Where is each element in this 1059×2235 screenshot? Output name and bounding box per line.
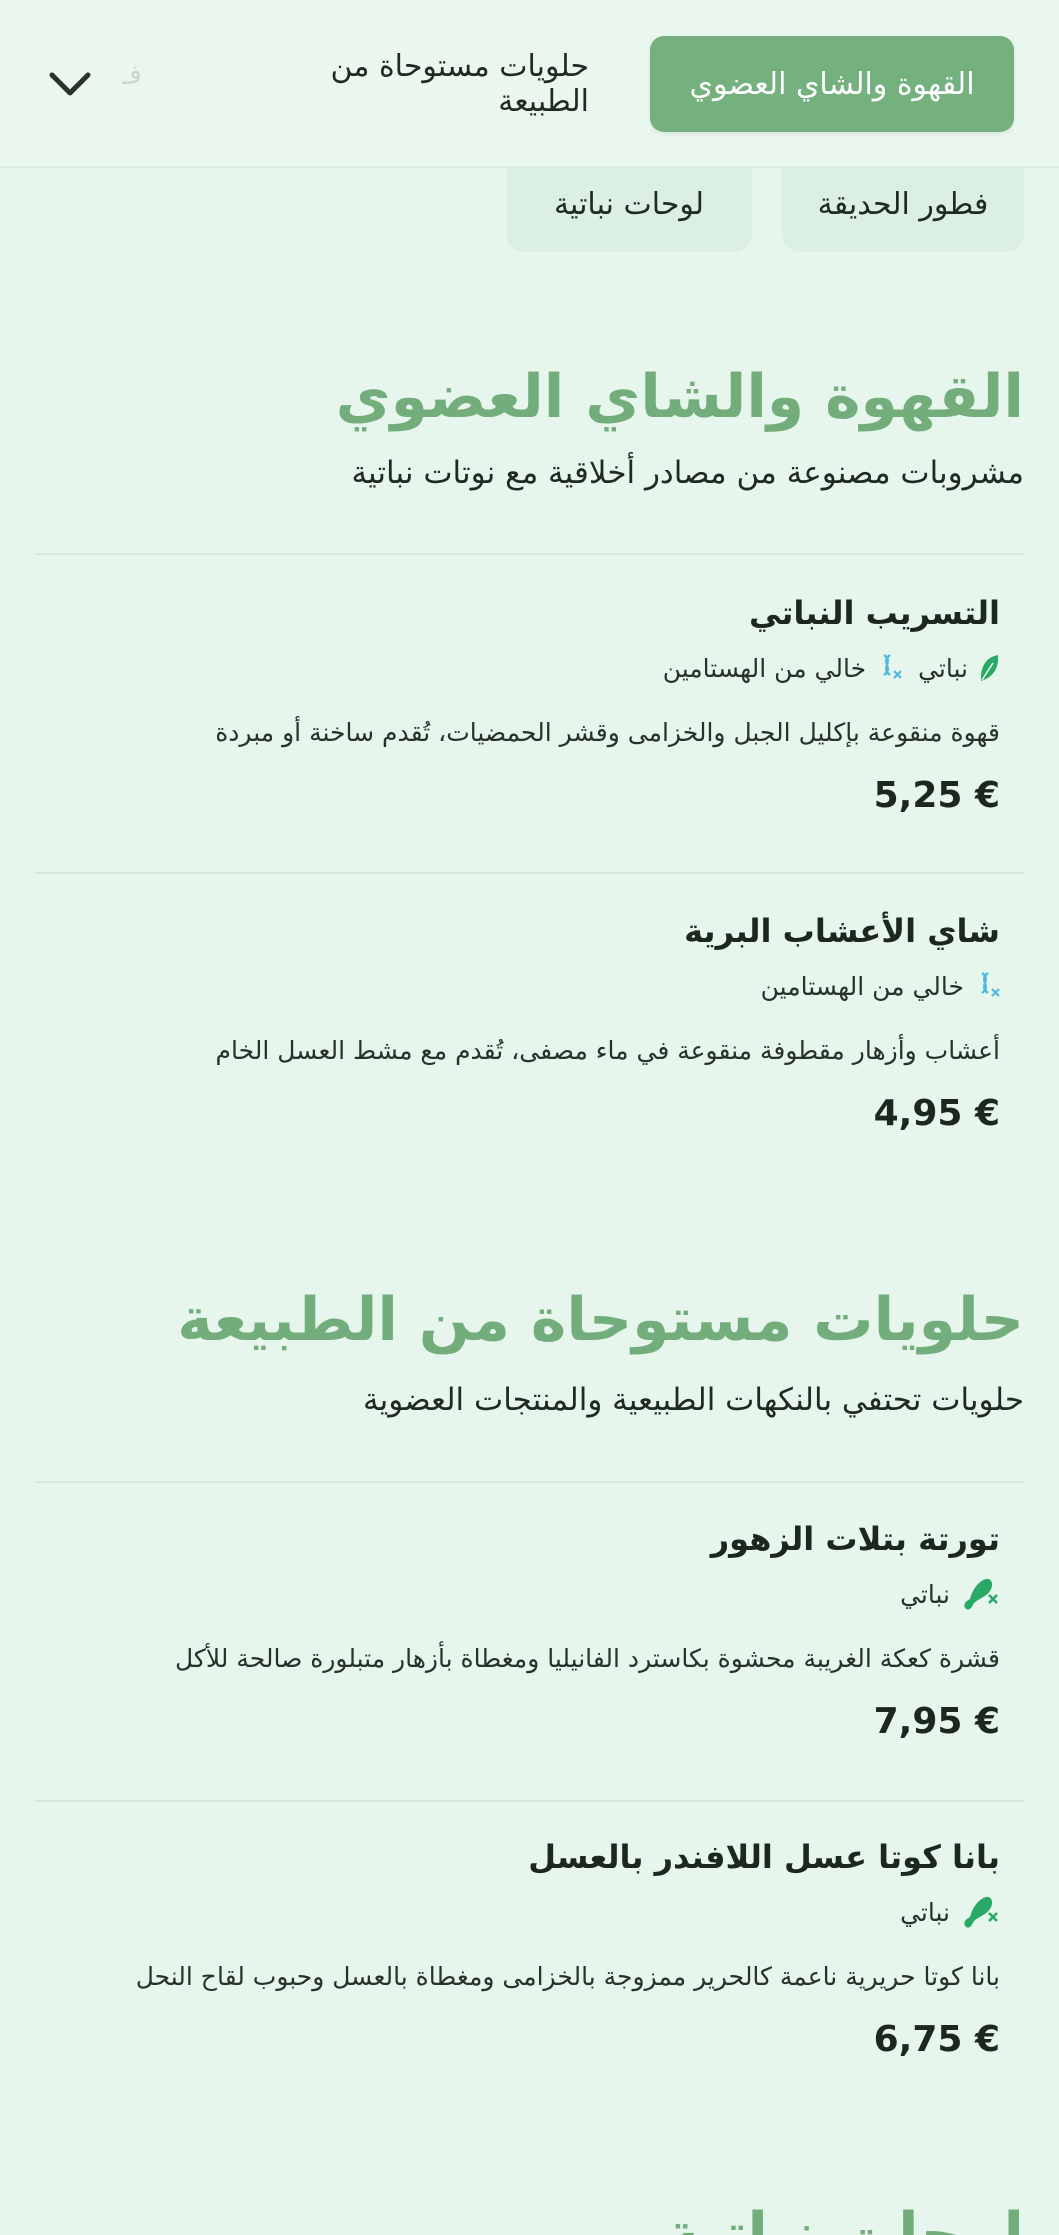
tag-label: نباتي — [918, 653, 968, 683]
category-chip-label: لوحات نباتية — [553, 187, 705, 222]
menu-item[interactable]: تورتة بتلات الزهور نباتي قشرة كعكة الغري… — [40, 1520, 1000, 1742]
item-description: أعشاب وأزهار مقطوفة منقوعة في ماء مصفى، … — [215, 1036, 1001, 1065]
leaf-icon — [980, 655, 999, 681]
item-description: قهوة منقوعة بإكليل الجبل والخزامى وقشر ا… — [215, 718, 1000, 747]
dna-crossed-icon — [981, 972, 1000, 997]
divider — [35, 1481, 1024, 1483]
section-subtitle: حلويات تحتفي بالنكهات الطبيعية والمنتجات… — [363, 1382, 1024, 1418]
item-name: بانا كوتا عسل اللافندر بالعسل — [528, 1838, 1000, 1876]
category-tab-label: حلويات مستوحاة من الطبيعة — [330, 49, 589, 119]
section-title: القهوة والشاي العضوي — [335, 362, 1024, 432]
tag-label: خالي من الهستامين — [760, 971, 964, 1001]
dietary-tags: نباتي — [40, 1892, 1000, 1932]
item-price: 5,25 € — [873, 775, 1000, 816]
tag-label: نباتي — [900, 1897, 950, 1927]
category-tab-desserts[interactable]: حلويات مستوحاة من الطبيعة — [259, 36, 589, 132]
item-price: 6,75 € — [873, 2019, 1000, 2060]
category-chip-label: فطور الحديقة — [817, 187, 989, 222]
category-tab-label: القهوة والشاي العضوي — [689, 66, 975, 102]
tag-label: خالي من الهستامين — [662, 653, 867, 683]
no-meat-icon — [964, 1578, 998, 1610]
divider — [35, 553, 1024, 555]
tag-histamine-free: خالي من الهستامين — [663, 653, 902, 683]
no-meat-icon — [964, 1896, 998, 1928]
tag-vegan: نباتي — [918, 653, 1000, 683]
dietary-tags: نباتي — [40, 1574, 1000, 1614]
item-description: قشرة كعكة الغريبة محشوة بكاسترد الفانيلي… — [175, 1644, 1000, 1673]
item-price: 4,95 € — [873, 1093, 1000, 1134]
category-tab-label: ف — [122, 60, 142, 90]
dna-crossed-icon — [883, 654, 902, 679]
chevron-down-icon — [49, 72, 91, 96]
item-description: بانا كوتا حريرية ناعمة كالحرير ممزوجة با… — [135, 1962, 1000, 1991]
tag-vegan: نباتي — [900, 1893, 1000, 1931]
divider — [35, 1800, 1024, 1802]
item-name: تورتة بتلات الزهور — [710, 1520, 1000, 1558]
section-title: حلويات مستوحاة من الطبيعة — [177, 1285, 1024, 1355]
tag-label: نباتي — [900, 1579, 950, 1609]
category-tab-coffee-tea[interactable]: القهوة والشاي العضوي — [650, 36, 1014, 132]
category-tab-overflow[interactable]: ف — [122, 60, 142, 100]
menu-page: فطور الحديقة لوحات نباتية القهوة والشاي … — [0, 0, 1059, 2235]
item-name: شاي الأعشاب البرية — [684, 912, 1000, 950]
dietary-tags: خالي من الهستامين — [40, 966, 1000, 1006]
menu-item[interactable]: شاي الأعشاب البرية خالي من الهستامين أعش… — [40, 912, 1001, 1134]
category-nav: القهوة والشاي العضوي حلويات مستوحاة من ا… — [0, 0, 1059, 168]
expand-categories-button[interactable] — [44, 58, 96, 110]
section-title: لوحات نباتية — [663, 2200, 1024, 2235]
tag-histamine-free: خالي من الهستامين — [761, 971, 1000, 1001]
item-name: التسريب النباتي — [748, 594, 1000, 632]
tag-vegan: نباتي — [900, 1575, 1000, 1613]
divider — [35, 872, 1024, 874]
item-price: 7,95 € — [873, 1701, 1000, 1742]
dietary-tags: نباتي خالي من الهستامين — [40, 648, 1000, 688]
menu-item[interactable]: بانا كوتا عسل اللافندر بالعسل نباتي بانا… — [40, 1838, 1000, 2060]
menu-item[interactable]: التسريب النباتي نباتي خالي من الهستامين … — [40, 594, 1000, 816]
section-subtitle: مشروبات مصنوعة من مصادر أخلاقية مع نوتات… — [351, 455, 1024, 491]
